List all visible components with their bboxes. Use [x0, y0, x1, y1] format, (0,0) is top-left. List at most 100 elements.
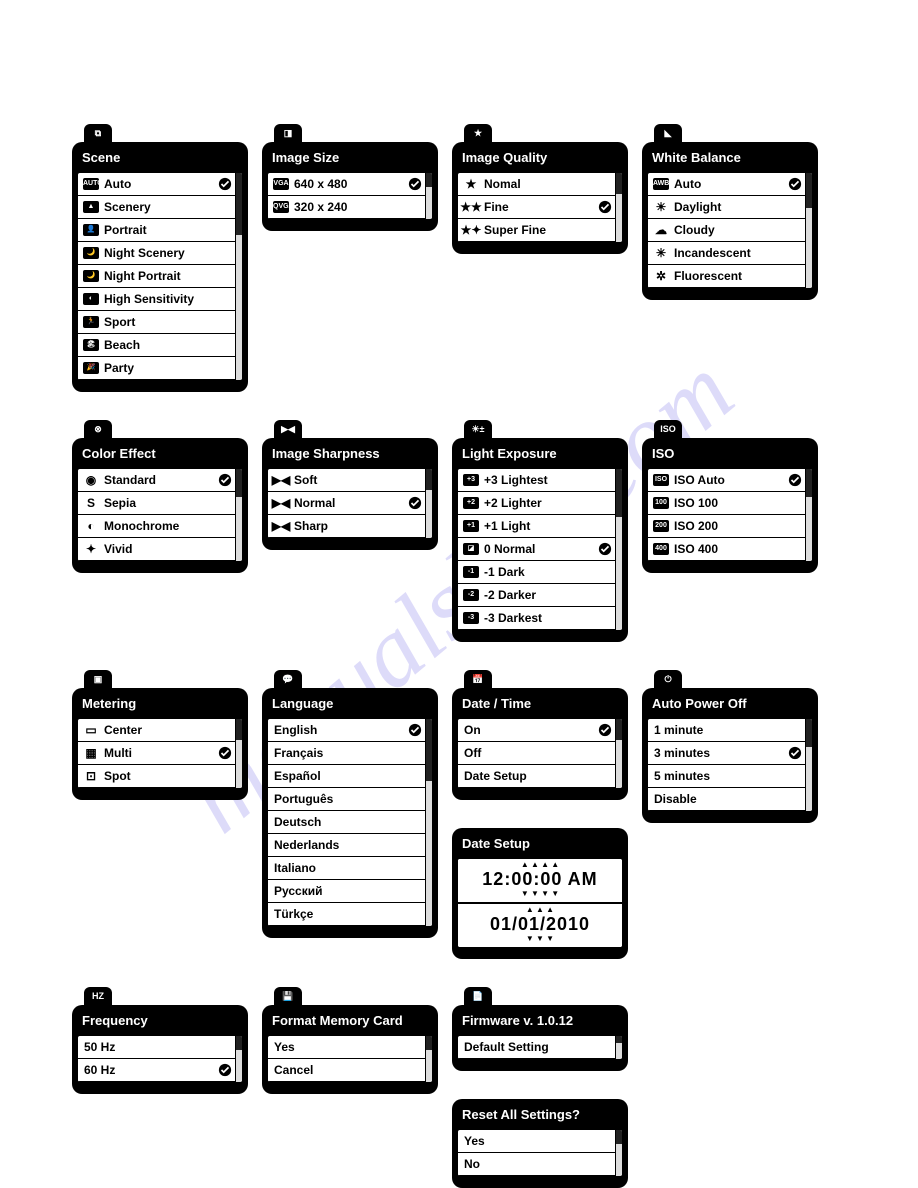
scrollbar[interactable]: [805, 173, 812, 288]
arrows-down-icon[interactable]: ▼ ▼ ▼ ▼: [521, 890, 559, 898]
list-item[interactable]: Disable: [648, 788, 812, 811]
list-item[interactable]: -2-2 Darker: [458, 584, 622, 607]
list-item[interactable]: +3+3 Lightest: [458, 469, 622, 492]
list-item[interactable]: 🎉Party: [78, 357, 242, 380]
time-block[interactable]: ▲ ▲ ▲ ▲ 12:00:00 AM ▼ ▼ ▼ ▼: [458, 859, 622, 904]
list-item[interactable]: ✲Fluorescent: [648, 265, 812, 288]
list-item[interactable]: ★Nomal: [458, 173, 622, 196]
list-item[interactable]: 1 minute: [648, 719, 812, 742]
arrows-up-icon[interactable]: ▲ ▲ ▲: [526, 906, 554, 914]
list-item[interactable]: 50 Hz: [78, 1036, 242, 1059]
list-item[interactable]: ISOISO Auto: [648, 469, 812, 492]
list-item[interactable]: ★✦Super Fine: [458, 219, 622, 242]
list-item[interactable]: 400ISO 400: [648, 538, 812, 561]
date-block[interactable]: ▲ ▲ ▲ 01/01/2010 ▼ ▼ ▼: [458, 904, 622, 947]
list-item[interactable]: ◐High Sensitivity: [78, 288, 242, 311]
list-item[interactable]: 60 Hz: [78, 1059, 242, 1082]
list-item[interactable]: Français: [268, 742, 432, 765]
scrollbar[interactable]: [615, 1130, 622, 1176]
list-item[interactable]: QVGA320 x 240: [268, 196, 432, 219]
list-item[interactable]: AWBAuto: [648, 173, 812, 196]
list-item[interactable]: VGA640 x 480: [268, 173, 432, 196]
list-item[interactable]: Türkçe: [268, 903, 432, 926]
list-item[interactable]: Date Setup: [458, 765, 622, 788]
scrollbar[interactable]: [235, 719, 242, 788]
title-format-card: Format Memory Card: [266, 1009, 434, 1034]
list-item[interactable]: ▶◀ Soft: [268, 469, 432, 492]
row-label: Portrait: [104, 223, 232, 237]
list-item[interactable]: ▶◀Sharp: [268, 515, 432, 538]
list-item[interactable]: Nederlands: [268, 834, 432, 857]
list-item[interactable]: Deutsch: [268, 811, 432, 834]
list-item[interactable]: -1-1 Dark: [458, 561, 622, 584]
list-item[interactable]: English: [268, 719, 432, 742]
list-item[interactable]: ☁Cloudy: [648, 219, 812, 242]
list-item[interactable]: AUTOAuto: [78, 173, 242, 196]
list-item[interactable]: No: [458, 1153, 622, 1176]
list-item[interactable]: +2+2 Lighter: [458, 492, 622, 515]
list-item[interactable]: Yes: [268, 1036, 432, 1059]
panel-white-balance: ◣ White Balance AWBAuto☀Daylight☁Cloudy✳…: [642, 142, 818, 300]
list-item[interactable]: ◐Monochrome: [78, 515, 242, 538]
list-item[interactable]: Русский: [268, 880, 432, 903]
list-item[interactable]: On: [458, 719, 622, 742]
scrollbar[interactable]: [235, 1036, 242, 1082]
scrollbar[interactable]: [425, 173, 432, 219]
scrollbar[interactable]: [805, 469, 812, 561]
list-item[interactable]: ⊡Spot: [78, 765, 242, 788]
list-item[interactable]: 👤Portrait: [78, 219, 242, 242]
scrollbar[interactable]: [425, 469, 432, 538]
list-item[interactable]: ▶◀Normal: [268, 492, 432, 515]
scrollbar[interactable]: [615, 719, 622, 788]
row-label: Default Setting: [464, 1040, 622, 1054]
list-item[interactable]: ★★Fine: [458, 196, 622, 219]
scrollbar[interactable]: [235, 173, 242, 380]
check-icon: [598, 542, 612, 556]
list-item[interactable]: Off: [458, 742, 622, 765]
scrollbar[interactable]: [615, 1036, 622, 1059]
row-label: -2 Darker: [484, 588, 612, 602]
list-item[interactable]: ✦Vivid: [78, 538, 242, 561]
scrollbar[interactable]: [425, 719, 432, 926]
list-item[interactable]: ▭Center: [78, 719, 242, 742]
arrows-up-icon[interactable]: ▲ ▲ ▲ ▲: [521, 861, 559, 869]
list-item[interactable]: +1+1 Light: [458, 515, 622, 538]
title-auto-power-off: Auto Power Off: [646, 692, 814, 717]
list-item[interactable]: Cancel: [268, 1059, 432, 1082]
list-item[interactable]: ☀Daylight: [648, 196, 812, 219]
list-item[interactable]: 3 minutes: [648, 742, 812, 765]
list-item[interactable]: 5 minutes: [648, 765, 812, 788]
list-item[interactable]: -3-3 Darkest: [458, 607, 622, 630]
list-item[interactable]: SSepia: [78, 492, 242, 515]
row-label: Soft: [294, 473, 422, 487]
scrollbar[interactable]: [425, 1036, 432, 1082]
list-item[interactable]: ✳Incandescent: [648, 242, 812, 265]
scrollbar[interactable]: [235, 469, 242, 561]
list-item[interactable]: Default Setting: [458, 1036, 622, 1059]
list-item[interactable]: 🌙Night Portrait: [78, 265, 242, 288]
row-label: 0 Normal: [484, 542, 598, 556]
list-item[interactable]: 200ISO 200: [648, 515, 812, 538]
scrollbar[interactable]: [615, 173, 622, 242]
list-item[interactable]: 🌙Night Scenery: [78, 242, 242, 265]
list-item[interactable]: ▦Multi: [78, 742, 242, 765]
list-item[interactable]: 🏖Beach: [78, 334, 242, 357]
tab-icon-color-effect: ⊗: [84, 420, 112, 438]
row-icon: ▭: [82, 723, 100, 737]
list-item[interactable]: ▲Scenery: [78, 196, 242, 219]
list-item[interactable]: 100ISO 100: [648, 492, 812, 515]
list-item[interactable]: Yes: [458, 1130, 622, 1153]
title-language: Language: [266, 692, 434, 717]
list-item[interactable]: 🏃Sport: [78, 311, 242, 334]
arrows-down-icon[interactable]: ▼ ▼ ▼: [526, 935, 554, 943]
list-item[interactable]: Español: [268, 765, 432, 788]
row-icon: -1: [462, 565, 480, 579]
scrollbar[interactable]: [615, 469, 622, 630]
row-icon: ◐: [82, 292, 100, 306]
row-icon: ▶◀: [272, 473, 290, 487]
scrollbar[interactable]: [805, 719, 812, 811]
list-item[interactable]: ◉Standard: [78, 469, 242, 492]
list-item[interactable]: Italiano: [268, 857, 432, 880]
list-item[interactable]: ◪0 Normal: [458, 538, 622, 561]
list-item[interactable]: Português: [268, 788, 432, 811]
